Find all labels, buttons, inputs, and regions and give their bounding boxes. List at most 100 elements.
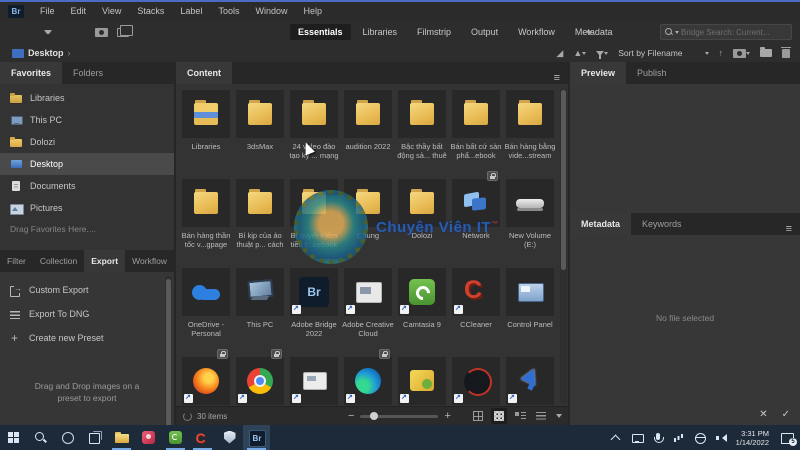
content-item-b-quy-t-ki-m-ti-n-t-cebook[interactable]: Bí quyết Kiếm tiền t...cebook [287,177,341,266]
tray-microphone[interactable] [652,432,664,444]
content-scrollbar[interactable] [560,88,567,404]
export-scrollbar[interactable] [165,276,172,450]
tab-workflow[interactable]: Workflow [125,250,174,272]
export-preset-create-new-preset[interactable]: Create new Preset [0,326,174,350]
rotate-camera-icon[interactable] [733,48,750,58]
content-item-libraries[interactable]: Libraries [179,88,233,177]
menu-label[interactable]: Label [172,2,210,20]
content-item-dark-app[interactable] [449,355,503,406]
toolbar-nav-dropdown[interactable] [44,30,52,37]
toolbar-thumbnail-stack[interactable] [117,24,133,37]
new-folder-icon[interactable] [760,47,772,57]
menu-stacks[interactable]: Stacks [129,2,172,20]
metadata-cancel-icon[interactable]: ✕ [759,409,767,420]
content-item-3dsmax[interactable]: 3dsMax [233,88,287,177]
rating-slope-icon[interactable]: ◢ [556,48,563,59]
content-item-new-volume-e[interactable]: New Volume (E:) [503,177,557,266]
content-item-b-k-p-c-a-o-thu-t-p-c-ch[interactable]: Bí kịp của áo thuật p... cách [233,177,287,266]
tab-filter[interactable]: Filter [0,250,33,272]
content-item-b-n-h-ng-th-n-t-c-v-gpage[interactable]: Bán hàng thần tốc v...gpage [179,177,233,266]
taskbar-search[interactable] [27,425,54,450]
taskbar-camtasia[interactable] [162,425,189,450]
search-input[interactable] [681,27,781,37]
sidebar-item-this-pc[interactable]: This PC [0,109,174,131]
action-center-icon[interactable]: 5 [780,432,797,446]
content-item-dolozi[interactable]: Dolozi [395,177,449,266]
tab-metadata[interactable]: Metadata [570,213,632,235]
menu-file[interactable]: File [32,2,63,20]
content-item-adobe-creative-cloud[interactable]: Adobe Creative Cloud [341,266,395,355]
tab-content[interactable]: Content [176,62,232,84]
content-item-b-n-h-ng-b-ng-vide-stream[interactable]: Bán hàng bằng vide...stream [503,88,557,177]
content-item-yellow-app[interactable] [395,355,449,406]
workspace-tab-filmstrip[interactable]: Filmstrip [409,24,459,40]
menu-view[interactable]: View [94,2,129,20]
view-details-view[interactable] [514,410,526,422]
taskbar-windows-security[interactable] [216,425,243,450]
content-item-onedrive-personal[interactable]: OneDrive - Personal [179,266,233,355]
tab-collection[interactable]: Collection [33,250,84,272]
content-menu-icon[interactable]: ≡ [554,68,568,84]
content-item-chung[interactable]: Chung [341,177,395,266]
menu-window[interactable]: Window [247,2,295,20]
menu-help[interactable]: Help [295,2,330,20]
sidebar-item-dolozi[interactable]: Dolozi [0,131,174,153]
taskbar-ccleaner[interactable] [189,425,216,450]
tray-tray-expand[interactable] [610,432,622,444]
toolbar-camera-import[interactable] [95,27,108,37]
export-preset-custom-export[interactable]: Custom Export [0,278,174,302]
workspace-tab-libraries[interactable]: Libraries [355,24,406,40]
taskbar-task-view[interactable] [81,425,108,450]
filter-funnel-icon[interactable] [596,49,609,59]
search-scope-chevron-icon[interactable] [675,30,679,36]
tab-preview[interactable]: Preview [570,62,627,84]
menu-edit[interactable]: Edit [63,2,95,20]
sidebar-item-libraries[interactable]: Libraries [0,87,174,109]
menu-tools[interactable]: Tools [210,2,247,20]
zoom-out-icon[interactable]: − [348,410,354,422]
content-item-windows-app[interactable] [287,355,341,406]
bridge-app-icon[interactable]: Br [8,4,24,18]
sort-ascending-icon[interactable]: ↑ [719,48,724,58]
tray-display[interactable] [631,432,644,444]
content-item-audition-2022[interactable]: audition 2022 [341,88,395,177]
taskbar-adobe-bridge[interactable] [243,425,270,450]
tab-publish[interactable]: Publish [626,62,678,84]
workspace-tab-workflow[interactable]: Workflow [510,24,563,40]
metadata-apply-icon[interactable]: ✓ [782,409,790,420]
tray-signal[interactable] [673,432,685,444]
metadata-menu-icon[interactable]: ≡ [786,219,800,235]
content-item-pointer-app[interactable] [503,355,557,406]
taskbar-start[interactable] [0,425,27,450]
content-item-network[interactable]: Network [449,171,503,266]
rating-filter-icon[interactable]: ▲ [573,48,587,58]
content-item-b-c-th-y-b-t-ng-s-thu[interactable]: Bậc thầy bất động sả... thuê [395,88,449,177]
sidebar-item-desktop[interactable]: Desktop [0,153,174,175]
content-item-24-video-o-t-o-k-m-ng[interactable]: 24 video đào tạo kỹ ... mạng [287,88,341,177]
sidebar-item-pictures[interactable]: Pictures [0,197,174,219]
slider-knob[interactable] [370,411,379,420]
content-item-edge[interactable] [341,349,395,406]
taskbar-pink-app[interactable] [135,425,162,450]
view-grid-view[interactable] [472,410,484,422]
tray-volume[interactable] [715,432,727,444]
export-preset-export-to-dng[interactable]: Export To DNG [0,302,174,326]
tab-export[interactable]: Export [84,250,126,272]
content-item-chrome[interactable] [233,349,287,406]
view-options-chevron-icon[interactable] [556,414,562,421]
content-item-b-n-b-t-c-s-n-ph-ebook[interactable]: Bán bất cứ sàn phẩ...ebook [449,88,503,177]
breadcrumb[interactable]: Desktop › [0,48,71,58]
zoom-in-icon[interactable]: + [444,410,450,422]
content-item-control-panel[interactable]: Control Panel [503,266,557,355]
search-box[interactable] [660,24,792,40]
clock[interactable]: 3:31 PM 1/14/2022 [736,429,769,447]
workspace-tab-output[interactable]: Output [463,24,506,40]
workspace-tab-metadata[interactable]: Metadata [567,24,621,40]
sidebar-item-documents[interactable]: Documents [0,175,174,197]
content-item-adobe-bridge-2022[interactable]: Adobe Bridge 2022 [287,266,341,355]
taskbar-file-explorer[interactable] [108,425,135,450]
taskbar-cortana[interactable] [54,425,81,450]
workspace-tab-essentials[interactable]: Essentials [290,24,351,40]
tray-network[interactable] [694,432,706,444]
content-item-this-pc[interactable]: This PC [233,266,287,355]
